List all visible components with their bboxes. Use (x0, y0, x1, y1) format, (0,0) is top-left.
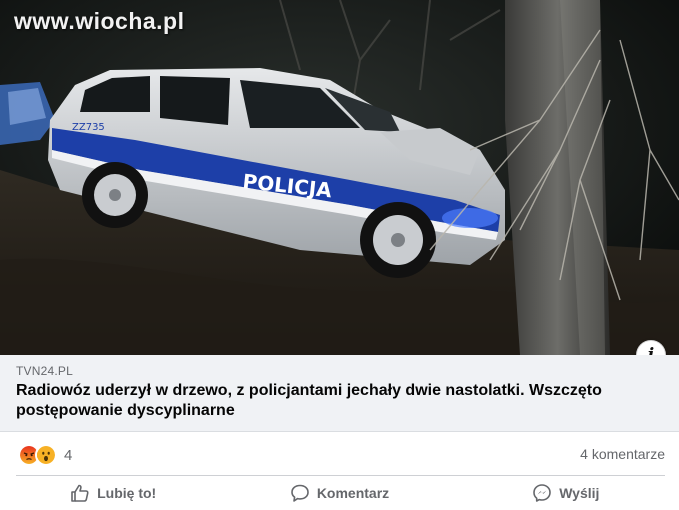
police-car-crash-image: POLICJA ZZ735 (0, 0, 679, 355)
post-photo[interactable]: POLICJA ZZ735 www.wiocha.pl (0, 0, 679, 355)
comment-button[interactable]: Komentarz (226, 476, 452, 510)
post-actions: Lubię to! Komentarz Wyślij (0, 476, 679, 510)
link-headline[interactable]: Radiowóz uderzył w drzewo, z policjantam… (16, 381, 616, 421)
wow-icon (35, 444, 57, 466)
link-preview[interactable]: TVN24.PL Radiowóz uderzył w drzewo, z po… (0, 355, 679, 432)
like-button[interactable]: Lubię to! (0, 476, 226, 510)
post-stats: 4 4 komentarze (0, 432, 679, 476)
link-source: TVN24.PL (16, 364, 73, 378)
share-label: Wyślij (559, 485, 600, 501)
reaction-count: 4 (64, 446, 73, 464)
car-number-text: ZZ735 (72, 122, 105, 133)
watermark: www.wiocha.pl (14, 8, 185, 34)
comment-label: Komentarz (316, 485, 390, 501)
share-button[interactable]: Wyślij (453, 476, 679, 510)
comment-icon (291, 484, 309, 502)
comments-count[interactable]: 4 komentarze (580, 446, 665, 462)
reactions-summary[interactable]: 4 (18, 444, 72, 466)
thumbs-up-icon (71, 484, 89, 502)
like-label: Lubię to! (97, 485, 157, 501)
messenger-icon (533, 484, 552, 502)
